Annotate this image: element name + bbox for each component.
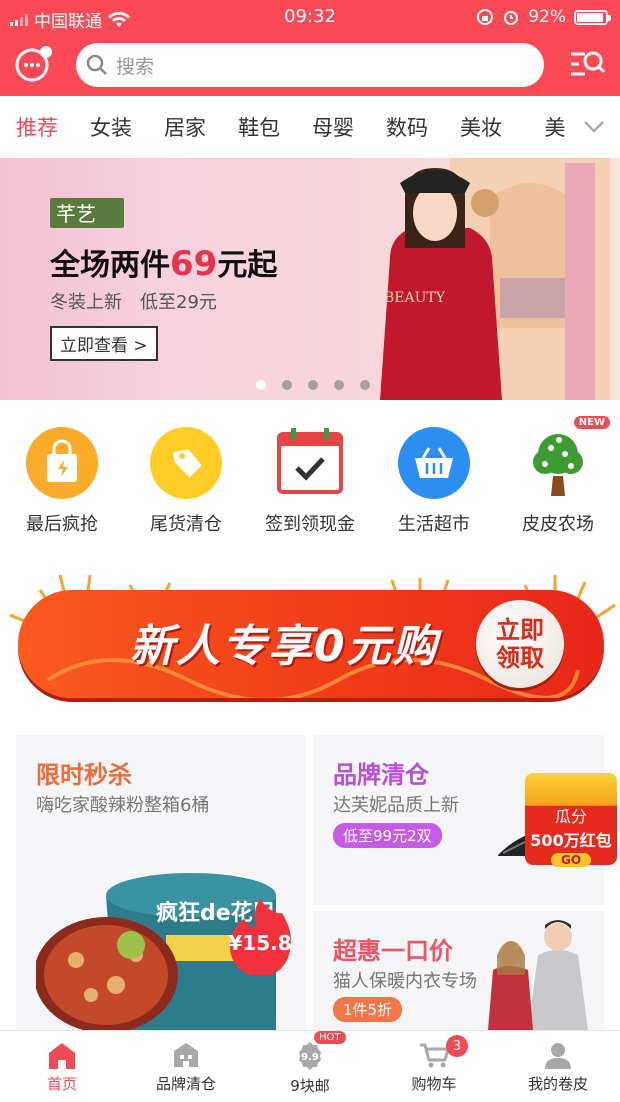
hot-badge: HOT — [314, 1031, 346, 1044]
carousel-dot[interactable] — [256, 380, 266, 390]
card-title: 限时秒杀 — [36, 761, 132, 789]
tree-icon — [521, 426, 595, 500]
card-subtitle: 猫人保暖内衣专场 — [333, 971, 477, 992]
headline-post: 元起 — [217, 248, 278, 283]
message-icon[interactable] — [14, 44, 54, 84]
card-title: 品牌清仓 — [333, 761, 429, 789]
couple-thermal-image — [488, 920, 588, 1030]
shortcut-label: 签到领现金 — [265, 514, 355, 535]
gift-go-button[interactable]: GO — [551, 853, 591, 867]
banner-subtitle: 冬装上新 低至29元 — [50, 292, 217, 313]
tab-nine-yuan[interactable]: HOT 9.9 9块邮 — [248, 1031, 372, 1102]
carousel-dot[interactable] — [360, 380, 370, 390]
tab-baby[interactable]: 母婴 — [296, 112, 370, 142]
card-subtitle: 嗨吃家酸辣粉整箱6桶 — [36, 795, 210, 816]
tab-womens[interactable]: 女装 — [74, 112, 148, 142]
rotation-lock-icon — [477, 9, 494, 25]
shortcut-farm[interactable]: NEW 皮皮农场 — [496, 400, 620, 545]
banner-model-image: BEAUTY — [380, 158, 610, 400]
tab-recommend[interactable]: 推荐 — [0, 112, 74, 142]
shortcut-last-rush[interactable]: 最后疯抢 — [0, 400, 124, 545]
price-label: ¥15.8 — [228, 931, 292, 955]
carousel-dot[interactable] — [308, 380, 318, 390]
new-badge: NEW — [573, 416, 610, 429]
tab-digital[interactable]: 数码 — [370, 112, 444, 142]
card-subtitle: 达芙妮品质上新 — [333, 795, 459, 816]
bottom-tab-bar: 首页 品牌清仓 HOT 9.9 9块邮 3 购物车 我的卷皮 — [0, 1030, 620, 1102]
tab-label: 9块邮 — [290, 1077, 330, 1095]
user-icon — [545, 1043, 571, 1069]
calendar-check-icon — [273, 426, 347, 500]
shortcut-supermarket[interactable]: 生活超市 — [372, 400, 496, 545]
tab-shoes-bags[interactable]: 鞋包 — [222, 112, 296, 142]
tab-home[interactable]: 居家 — [148, 112, 222, 142]
cart-count-badge: 3 — [446, 1035, 468, 1057]
brand-clearance-card[interactable]: 品牌清仓 达芙妮品质上新 低至99元2双 瓜分 500万红包 GO — [313, 735, 617, 905]
new-user-promo-banner[interactable]: 新人专享0元购 立即领取 — [0, 545, 620, 735]
banner-headline: 全场两件69元起 — [50, 240, 277, 284]
shopping-bag-icon — [25, 426, 99, 500]
tab-label: 购物车 — [411, 1075, 457, 1093]
gift-line2: 500万红包 — [530, 831, 612, 850]
tab-cart[interactable]: 3 购物车 — [372, 1031, 496, 1102]
category-search-icon[interactable] — [568, 46, 606, 84]
tab-label: 首页 — [46, 1075, 77, 1093]
nine-nine-icon: 9.9 — [299, 1042, 321, 1070]
shortcut-label: 尾货清仓 — [150, 514, 222, 535]
tab-label: 品牌清仓 — [155, 1075, 216, 1093]
claim-button-label: 立即领取 — [496, 616, 544, 672]
card-discount-pill: 1件5折 — [333, 997, 403, 1022]
battery-icon — [574, 9, 611, 25]
search-input[interactable]: 搜索 — [76, 43, 544, 87]
nine-nine-text: 9.9 — [301, 1052, 319, 1063]
shortcut-grid: 最后疯抢 尾货清仓 签到领现金 生活超市 NEW 皮皮农场 — [0, 400, 620, 545]
shortcut-clearance[interactable]: 尾货清仓 — [124, 400, 248, 545]
status-bar: 中国联通 09:32 92% — [0, 0, 620, 34]
shortcut-label: 最后疯抢 — [26, 514, 98, 535]
red-envelope-badge: 瓜分 500万红包 GO — [525, 773, 617, 867]
top-bar: 搜索 — [0, 34, 620, 96]
banner-view-button[interactable]: 立即查看 > — [50, 326, 158, 361]
store-icon — [174, 1043, 198, 1067]
claim-button[interactable]: 立即领取 — [476, 600, 564, 688]
carousel-dots — [256, 380, 370, 390]
carousel-dot[interactable] — [334, 380, 344, 390]
home-icon — [49, 1043, 75, 1069]
tab-brand-clearance[interactable]: 品牌清仓 — [124, 1031, 248, 1102]
carousel-dot[interactable] — [282, 380, 292, 390]
flash-sale-card[interactable]: 限时秒杀 嗨吃家酸辣粉整箱6桶 疯狂de花甲 ¥15.8 — [16, 735, 306, 1030]
headline-pre: 全场两件 — [50, 248, 170, 283]
product-cards: 限时秒杀 嗨吃家酸辣粉整箱6桶 疯狂de花甲 ¥15.8 品牌清仓 达芙妮品质上… — [0, 735, 620, 1030]
promo-title: 新人专享0元购 — [130, 621, 439, 672]
super-deal-card[interactable]: 超惠一口价 猫人保暖内衣专场 1件5折 — [313, 911, 604, 1030]
tab-home[interactable]: 首页 — [0, 1031, 124, 1102]
basket-icon — [397, 426, 471, 500]
search-icon — [86, 54, 107, 75]
price-tag-icon — [149, 426, 223, 500]
shortcut-label: 皮皮农场 — [522, 514, 594, 535]
tab-profile[interactable]: 我的卷皮 — [496, 1031, 620, 1102]
hero-banner[interactable]: BEAUTY 芊艺 全场两件69元起 冬装上新 低至29元 立即查看 > — [0, 158, 620, 400]
category-tabs: 推荐 女装 居家 鞋包 母婴 数码 美妆 美 — [0, 96, 620, 158]
gift-line1: 瓜分 — [554, 807, 587, 826]
price-flame-badge: ¥15.8 — [220, 895, 300, 975]
search-placeholder: 搜索 — [116, 55, 155, 78]
promo-pill: 新人专享0元购 立即领取 — [18, 590, 604, 698]
card-title: 超惠一口价 — [333, 937, 453, 965]
battery-percent: 92% — [528, 7, 566, 27]
shortcut-label: 生活超市 — [398, 514, 470, 535]
alarm-icon — [504, 11, 519, 25]
shortcut-checkin[interactable]: 签到领现金 — [248, 400, 372, 545]
chevron-down-icon[interactable] — [568, 96, 620, 158]
headline-number: 69 — [170, 244, 218, 284]
tab-label: 我的卷皮 — [527, 1075, 588, 1093]
tab-beauty[interactable]: 美妆 — [444, 112, 518, 142]
card-discount-pill: 低至99元2双 — [333, 823, 442, 848]
brand-tag: 芊艺 — [50, 198, 124, 228]
shirt-print-text: BEAUTY — [384, 290, 446, 306]
